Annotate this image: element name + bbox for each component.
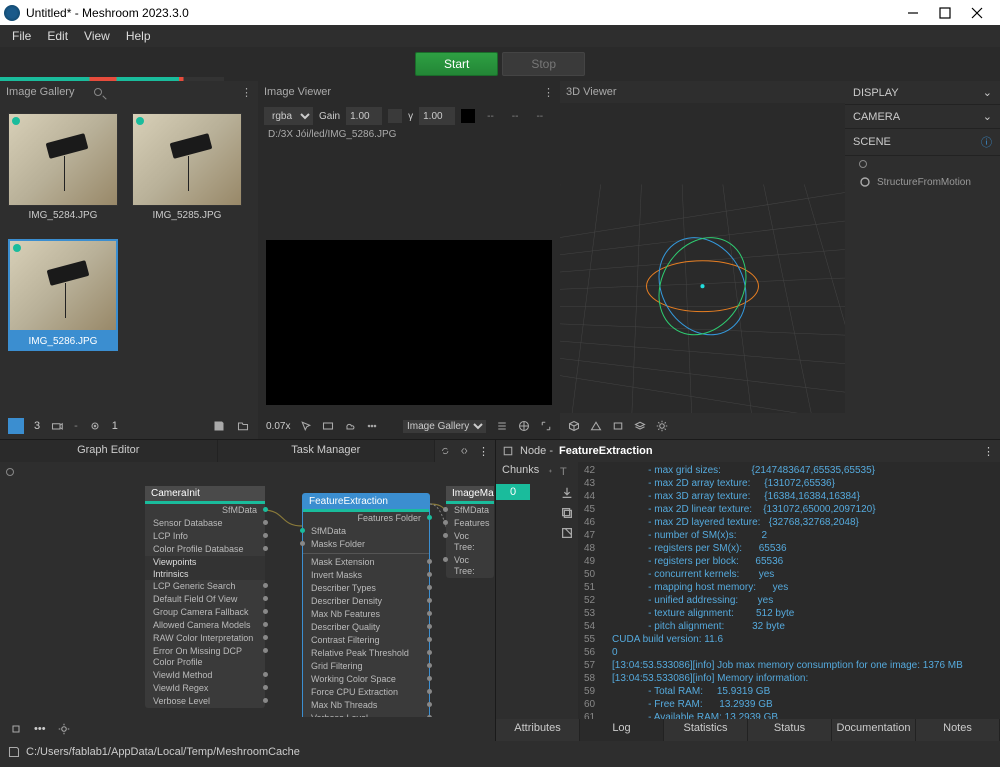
viewer-title: Image Viewer (264, 86, 331, 98)
thumbnail[interactable]: IMG_5285.JPG (132, 113, 242, 225)
menu-file[interactable]: File (4, 29, 39, 43)
node-imagematching[interactable]: ImageMa SfMDataFeaturesVoc Tree:Voc Tree… (446, 486, 494, 578)
cache-path: C:/Users/fablab1/AppData/Local/Temp/Mesh… (26, 746, 300, 758)
gallery-one: 1 (112, 420, 118, 432)
camera-icon[interactable] (50, 419, 64, 433)
gamma-swatch[interactable] (461, 109, 475, 123)
scene-section[interactable]: SCENEⓘ (845, 129, 1000, 156)
gain-label: Gain (319, 111, 340, 122)
gallery-count: 3 (34, 420, 40, 432)
graph-search-icon[interactable] (6, 468, 14, 476)
menubar: File Edit View Help (0, 25, 1000, 47)
scene-item-sfm[interactable]: StructureFromMotion (845, 172, 1000, 192)
image-viewer-panel: Image Viewer ⋮ rgba Gain γ -- -- -- D:/3… (258, 81, 560, 439)
settings-icon[interactable] (58, 723, 70, 735)
viewer-path: D:/3X Jói/led/IMG_5286.JPG (258, 129, 560, 140)
cloud-icon[interactable] (344, 420, 356, 432)
menu-view[interactable]: View (76, 29, 118, 43)
pipeline-progress (0, 77, 224, 81)
gain-input[interactable] (346, 107, 382, 125)
camera-section[interactable]: CAMERA⌄ (845, 105, 1000, 129)
log-output[interactable]: 42 - max grid sizes: {2147483647,65535,6… (578, 462, 1000, 719)
viewer-menu-icon[interactable]: ⋮ (543, 86, 554, 99)
fit-icon[interactable] (460, 445, 469, 457)
gallery-menu-icon[interactable]: ⋮ (241, 86, 252, 99)
stop-button[interactable]: Stop (502, 52, 585, 76)
node-camerainit[interactable]: CameraInit SfMData Sensor DatabaseLCP In… (145, 486, 265, 708)
chunks-toggle-icon[interactable] (548, 465, 553, 477)
dots-icon[interactable] (366, 420, 378, 432)
view3d-title: 3D Viewer (566, 86, 617, 98)
tab-log[interactable]: Log (580, 719, 664, 741)
tab-graph-editor[interactable]: Graph Editor (0, 440, 218, 462)
node-featureextraction[interactable]: FeatureExtraction Features Folder SfMDat… (302, 493, 430, 717)
grid-icon[interactable] (8, 418, 24, 434)
menu-edit[interactable]: Edit (39, 29, 76, 43)
node-panel: Node - FeatureExtraction ⋮ Chunks 0 T 42 (495, 440, 1000, 741)
start-button[interactable]: Start (415, 52, 498, 76)
tab-attributes[interactable]: Attributes (496, 719, 580, 741)
channel-select[interactable]: rgba (264, 107, 313, 125)
tab-notes[interactable]: Notes (916, 719, 1000, 741)
cursor-icon[interactable] (300, 420, 312, 432)
globe-icon[interactable] (518, 420, 530, 432)
node-icon (502, 445, 514, 457)
status-bar: C:/Users/fablab1/AppData/Local/Temp/Mesh… (0, 741, 1000, 763)
open-icon[interactable] (560, 526, 574, 540)
graph-menu-icon[interactable]: ⋮ (478, 445, 489, 458)
thumbnail[interactable]: IMG_5284.JPG (8, 113, 118, 225)
refresh-icon[interactable] (441, 445, 450, 457)
chunk-0[interactable]: 0 (496, 484, 530, 500)
disk-icon (8, 746, 20, 758)
run-row: Start Stop (0, 47, 1000, 81)
close-button[interactable] (970, 6, 984, 20)
thumbnail[interactable]: IMG_5286.JPG (8, 239, 118, 351)
gear-icon[interactable] (656, 420, 668, 432)
graph-panel: Graph Editor Task Manager ⋮ CameraInit S… (0, 440, 495, 741)
menu-help[interactable]: Help (118, 29, 159, 43)
zoom-out-icon[interactable] (10, 723, 22, 735)
expand-icon[interactable] (540, 420, 552, 432)
gamma-input[interactable] (419, 107, 455, 125)
gallery-title: Image Gallery (6, 86, 74, 98)
triangle-icon[interactable] (590, 420, 602, 432)
viewer-src-select[interactable]: Image Gallery (403, 420, 486, 433)
zoom-level: 0.07x (266, 421, 290, 432)
rect-icon[interactable] (322, 420, 334, 432)
view3d-sidepanel: DISPLAY⌄ CAMERA⌄ SCENEⓘ StructureFromMot… (845, 81, 1000, 439)
node-menu-icon[interactable]: ⋮ (983, 445, 994, 458)
rect3d-icon[interactable] (612, 420, 624, 432)
scene-search[interactable] (845, 156, 1000, 172)
target-icon[interactable] (88, 419, 102, 433)
maximize-button[interactable] (938, 6, 952, 20)
minimize-button[interactable] (906, 6, 920, 20)
tab-status[interactable]: Status (748, 719, 832, 741)
titlebar: Untitled* - Meshroom 2023.3.0 (0, 0, 1000, 25)
save-icon[interactable] (212, 419, 226, 433)
view3d-panel: 3D Viewer (560, 81, 845, 439)
tab-documentation[interactable]: Documentation (832, 719, 916, 741)
more-icon[interactable]: ••• (34, 723, 46, 735)
sliders-icon[interactable] (496, 420, 508, 432)
tab-statistics[interactable]: Statistics (664, 719, 748, 741)
gamma-label: γ (408, 111, 413, 122)
folder-icon[interactable] (236, 419, 250, 433)
image-gallery-panel: Image Gallery ⋮ IMG_5284.JPGIMG_5285.JPG… (0, 81, 258, 439)
tab-task-manager[interactable]: Task Manager (218, 440, 436, 462)
gain-swatch[interactable] (388, 109, 402, 123)
search-icon[interactable] (94, 88, 102, 96)
layers-icon[interactable] (634, 420, 646, 432)
display-section[interactable]: DISPLAY⌄ (845, 81, 1000, 105)
cube-icon[interactable] (568, 420, 580, 432)
window-title: Untitled* - Meshroom 2023.3.0 (26, 6, 906, 20)
app-icon (4, 5, 20, 21)
view3d-viewport[interactable] (560, 103, 845, 413)
download-icon[interactable] (560, 486, 574, 500)
text-icon[interactable]: T (560, 466, 574, 480)
viewer-image[interactable] (266, 240, 552, 405)
copy-icon[interactable] (560, 506, 574, 520)
